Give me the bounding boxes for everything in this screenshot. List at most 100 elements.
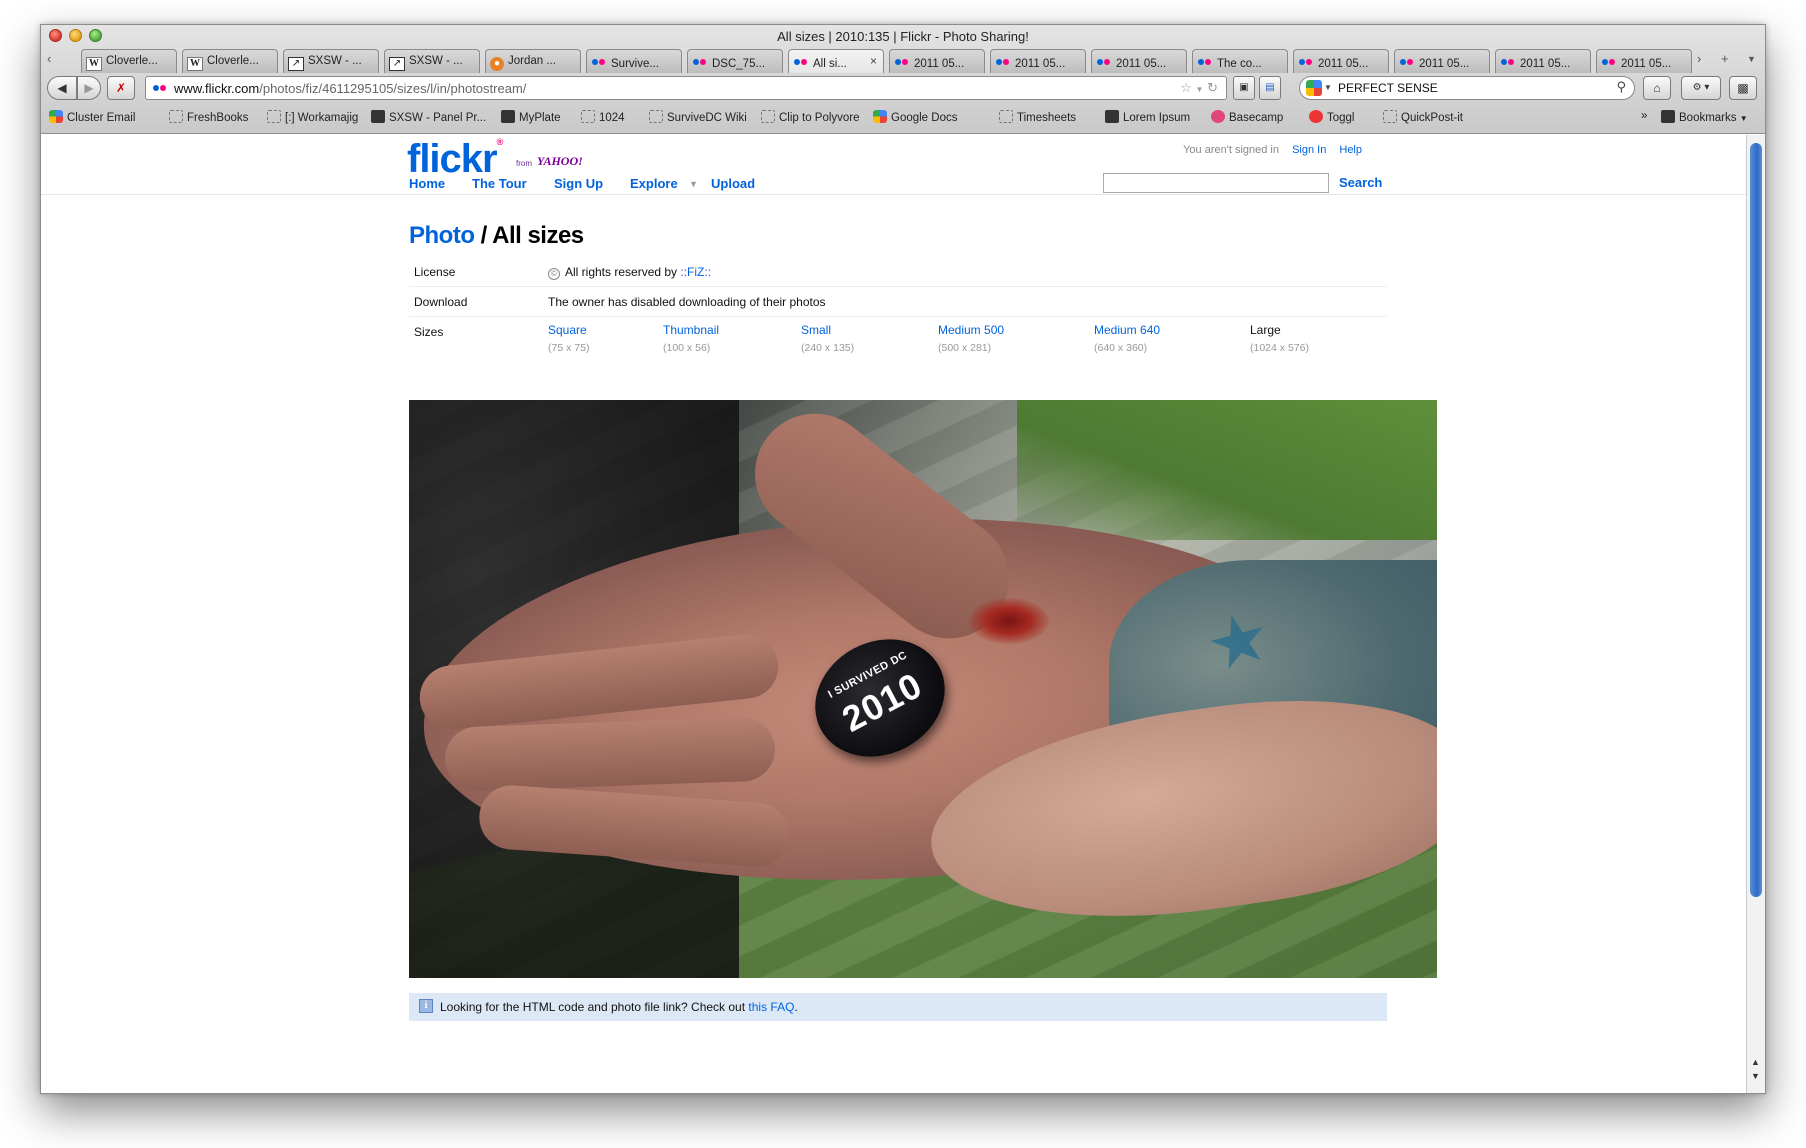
logo-wordmark: flickr bbox=[407, 137, 498, 181]
home-button[interactable]: ⌂ bbox=[1643, 76, 1671, 100]
size-option[interactable]: Small (240 x 135) bbox=[801, 323, 854, 354]
scroll-up-icon[interactable]: ▲ bbox=[1751, 1057, 1760, 1067]
size-link[interactable]: Medium 500 bbox=[938, 323, 1004, 337]
nav-home[interactable]: Home bbox=[409, 176, 445, 191]
url-path: /photos/fiz/4611295105/sizes/l/in/photos… bbox=[259, 81, 527, 96]
size-option[interactable]: Medium 640 (640 x 360) bbox=[1094, 323, 1160, 354]
help-link[interactable]: Help bbox=[1339, 144, 1362, 156]
forward-button[interactable]: ▶ bbox=[77, 76, 101, 100]
bookmarks-overflow-icon[interactable]: » bbox=[1641, 110, 1647, 122]
browser-tab[interactable]: ↗ SXSW - ... bbox=[283, 49, 379, 73]
size-option[interactable]: Thumbnail (100 x 56) bbox=[663, 323, 719, 354]
size-link[interactable]: Square bbox=[548, 323, 589, 337]
nav-upload[interactable]: Upload bbox=[711, 176, 755, 191]
address-bar[interactable]: www.flickr.com/photos/fiz/4611295105/siz… bbox=[145, 76, 1227, 100]
browser-tab[interactable]: All si... × bbox=[788, 49, 884, 73]
bookmark-label: 1024 bbox=[599, 112, 625, 124]
wikipedia-icon: W bbox=[86, 57, 102, 71]
size-link[interactable]: Medium 640 bbox=[1094, 323, 1160, 337]
browser-chrome: All sizes | 2010:135 | Flickr - Photo Sh… bbox=[41, 25, 1765, 134]
browser-tab[interactable]: The co... bbox=[1192, 49, 1288, 73]
bookmark-item[interactable]: QuickPost-it bbox=[1383, 110, 1463, 124]
bookmark-item[interactable]: Google Docs bbox=[873, 110, 957, 124]
engine-dropdown-icon[interactable]: ▼ bbox=[1324, 83, 1332, 92]
forward-arrow-icon: ▶ bbox=[84, 81, 94, 95]
nav-explore[interactable]: Explore bbox=[630, 176, 678, 191]
bookmark-item[interactable]: Lorem Ipsum bbox=[1105, 110, 1190, 124]
size-link[interactable]: Small bbox=[801, 323, 854, 337]
site-search-input[interactable] bbox=[1103, 173, 1329, 193]
scroll-down-icon[interactable]: ▼ bbox=[1751, 1071, 1760, 1081]
browser-tab[interactable]: ● Jordan ... bbox=[485, 49, 581, 73]
nav-tour[interactable]: The Tour bbox=[472, 176, 527, 191]
page-content: flickr® from YAHOO! Home The Tour Sign U… bbox=[41, 135, 1748, 1093]
flickr-site-icon bbox=[152, 81, 168, 95]
large-photo: ★ I SURVIVED DC 2010 bbox=[409, 400, 1437, 978]
faq-link[interactable]: this FAQ bbox=[748, 1000, 794, 1014]
url-dropdown-icon[interactable]: ▼ bbox=[1196, 85, 1204, 94]
browser-tab[interactable]: 2011 05... bbox=[1293, 49, 1389, 73]
bookmark-icon bbox=[49, 110, 63, 123]
scroll-thumb[interactable] bbox=[1750, 143, 1762, 897]
tab-label: SXSW - ... bbox=[409, 55, 463, 67]
license-label: License bbox=[414, 265, 456, 279]
tab-label: 2011 05... bbox=[1520, 58, 1571, 70]
flickr-icon bbox=[1096, 55, 1112, 69]
bookmark-item[interactable]: Cluster Email bbox=[49, 110, 135, 124]
tab-list-chevron-icon[interactable]: ▼ bbox=[1747, 54, 1756, 64]
tab-scroll-right-icon[interactable]: › bbox=[1697, 51, 1701, 66]
explore-chevron-icon[interactable]: ▼ bbox=[689, 179, 698, 189]
size-link[interactable]: Thumbnail bbox=[663, 323, 719, 337]
stop-button[interactable]: ✗ bbox=[107, 76, 135, 100]
browser-tab[interactable]: W Cloverle... bbox=[182, 49, 278, 73]
bookmarks-menu[interactable]: Bookmarks ▼ bbox=[1661, 110, 1748, 124]
browser-tab[interactable]: 2011 05... bbox=[1596, 49, 1692, 73]
bookmark-item[interactable]: [:] Workamajig bbox=[267, 110, 358, 124]
browser-tab[interactable]: W Cloverle... bbox=[81, 49, 177, 73]
logo-from: from bbox=[516, 159, 532, 168]
new-tab-icon[interactable]: + bbox=[1721, 51, 1729, 66]
evernote-button[interactable]: ▩ bbox=[1729, 76, 1757, 100]
tab-scroll-left-icon[interactable]: ‹ bbox=[47, 51, 51, 66]
bookmark-icon bbox=[649, 110, 663, 123]
bookmark-item[interactable]: 1024 bbox=[581, 110, 625, 124]
lock-toolbar-button[interactable]: ▣ bbox=[1233, 76, 1255, 100]
browser-tab[interactable]: DSC_75... bbox=[687, 49, 783, 73]
reload-icon[interactable]: ↻ bbox=[1207, 80, 1218, 95]
browser-tab[interactable]: ↗ SXSW - ... bbox=[384, 49, 480, 73]
back-button[interactable]: ◀ bbox=[47, 76, 77, 100]
browser-tab[interactable]: 2011 05... bbox=[889, 49, 985, 73]
bookmark-item[interactable]: SurviveDC Wiki bbox=[649, 110, 747, 124]
browser-tab[interactable]: Survive... bbox=[586, 49, 682, 73]
flickr-icon bbox=[1500, 55, 1516, 69]
browser-tab[interactable]: 2011 05... bbox=[1495, 49, 1591, 73]
size-option[interactable]: Medium 500 (500 x 281) bbox=[938, 323, 1004, 354]
bookmark-item[interactable]: Timesheets bbox=[999, 110, 1076, 124]
browser-tab[interactable]: 2011 05... bbox=[1091, 49, 1187, 73]
bookmark-item[interactable]: SXSW - Panel Pr... bbox=[371, 110, 486, 124]
bookmark-label: Toggl bbox=[1327, 112, 1355, 124]
owner-link[interactable]: ::FiZ:: bbox=[680, 265, 711, 279]
tab-label: Jordan ... bbox=[508, 55, 556, 67]
bookmark-item[interactable]: MyPlate bbox=[501, 110, 561, 124]
bookmark-icon bbox=[873, 110, 887, 123]
bookmark-icon bbox=[371, 110, 385, 123]
bookmark-item[interactable]: Basecamp bbox=[1211, 110, 1283, 124]
tools-button[interactable]: ⚙ ▾ bbox=[1681, 76, 1721, 100]
breadcrumb-photo-link[interactable]: Photo bbox=[409, 222, 475, 249]
size-option[interactable]: Square (75 x 75) bbox=[548, 323, 589, 354]
browser-tab[interactable]: 2011 05... bbox=[990, 49, 1086, 73]
bookmark-item[interactable]: Clip to Polyvore bbox=[761, 110, 860, 124]
vertical-scrollbar[interactable]: ▲ ▼ bbox=[1746, 135, 1765, 1093]
sign-in-link[interactable]: Sign In bbox=[1292, 144, 1326, 156]
tab-close-icon[interactable]: × bbox=[870, 54, 877, 68]
browser-tab[interactable]: 2011 05... bbox=[1394, 49, 1490, 73]
site-search-button[interactable]: Search bbox=[1339, 175, 1382, 190]
search-icon[interactable]: ⚲ bbox=[1616, 79, 1626, 95]
search-engine-box[interactable]: ▼ PERFECT SENSE ⚲ bbox=[1299, 76, 1635, 100]
extension-toolbar-button[interactable]: ▤ bbox=[1259, 76, 1281, 100]
bookmark-star-icon[interactable]: ☆ bbox=[1180, 80, 1192, 95]
nav-signup[interactable]: Sign Up bbox=[554, 176, 603, 191]
bookmark-item[interactable]: Toggl bbox=[1309, 110, 1355, 124]
bookmark-item[interactable]: FreshBooks bbox=[169, 110, 248, 124]
